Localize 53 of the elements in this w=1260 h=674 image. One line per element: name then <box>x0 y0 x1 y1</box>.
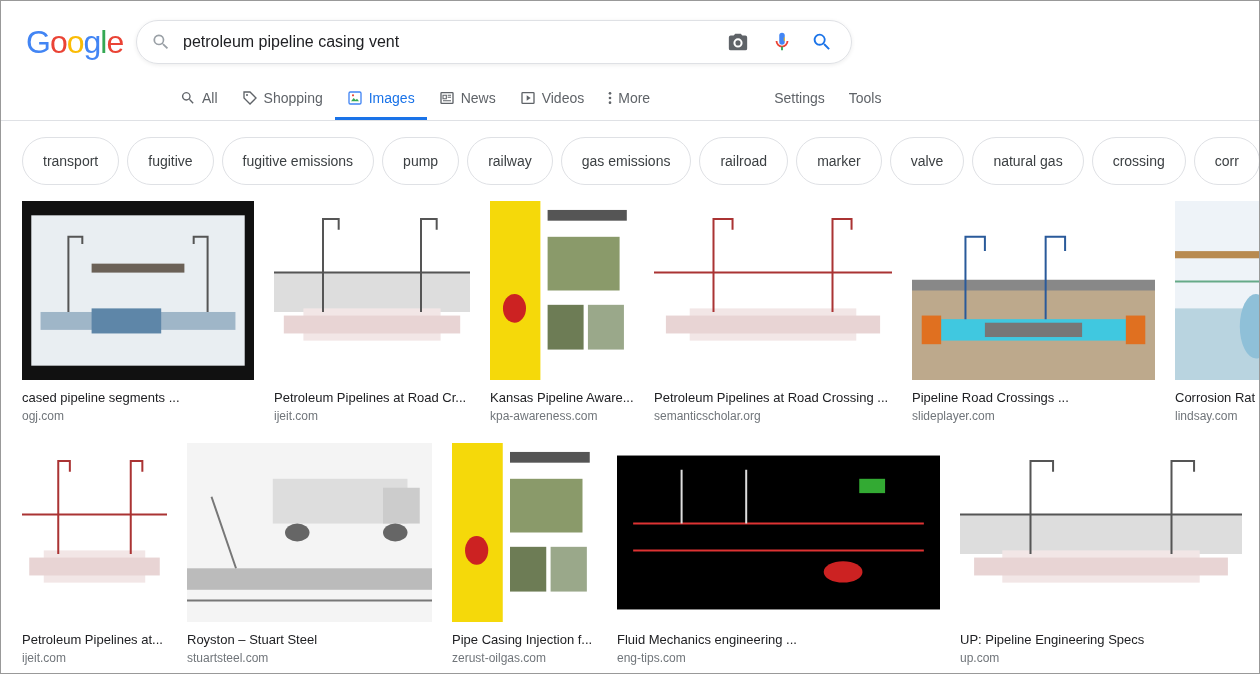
suggestion-chip[interactable]: railroad <box>699 137 789 185</box>
image-title[interactable]: cased pipeline segments ... <box>22 390 254 405</box>
suggestion-chip[interactable]: fugitive <box>127 137 214 185</box>
suggestion-chip[interactable]: valve <box>889 137 965 185</box>
tab[interactable]: News <box>426 76 508 120</box>
tab[interactable]: Images <box>334 76 427 120</box>
image-title[interactable]: Pipe Casing Injection f... <box>452 632 597 647</box>
image-title[interactable]: Kansas Pipeline Aware... <box>490 390 634 405</box>
source-domain: lindsay.com <box>1175 409 1239 423</box>
menu-link[interactable]: Tools <box>836 76 894 120</box>
suggestion-chip[interactable]: pump <box>382 137 460 185</box>
source-domain: ijeit.com <box>274 409 319 423</box>
suggestion-chip[interactable]: railway <box>467 137 553 185</box>
tab[interactable]: More <box>596 76 663 120</box>
image-title[interactable]: Royston – Stuart Steel <box>187 632 432 647</box>
image-title[interactable]: Fluid Mechanics engineering ... <box>617 632 940 647</box>
menu-link[interactable]: Settings <box>762 76 837 120</box>
search-icon <box>180 90 196 106</box>
camera-icon[interactable] <box>727 31 749 53</box>
image-title[interactable]: Pipeline Road Crossings ... <box>912 390 1155 405</box>
image-icon <box>346 90 363 106</box>
tab[interactable]: Videos <box>507 76 597 120</box>
search-query[interactable]: petroleum pipeline casing vent <box>183 33 727 51</box>
source-domain: up.com <box>960 651 1001 665</box>
image-title[interactable]: Petroleum Pipelines at Road Cr... <box>274 390 470 405</box>
suggestion-chip[interactable]: natural gas <box>972 137 1084 185</box>
source-domain: ogj.com <box>22 409 66 423</box>
source-domain: semanticscholar.org <box>654 409 762 423</box>
tag-icon <box>241 90 258 106</box>
source-domain: eng-tips.com <box>617 651 687 665</box>
newspaper-icon <box>438 90 455 106</box>
suggestion-chip[interactable]: marker <box>796 137 882 185</box>
source-domain: kpa-awareness.com <box>490 409 599 423</box>
source-domain: ijeit.com <box>22 651 67 665</box>
source-domain: zerust-oilgas.com <box>452 651 548 665</box>
suggestion-chip[interactable]: fugitive emissions <box>221 137 375 185</box>
search-icon <box>151 32 171 52</box>
image-title[interactable]: UP: Pipeline Engineering Specs <box>960 632 1242 647</box>
more-icon <box>608 90 613 106</box>
image-title[interactable]: Corrosion Rat <box>1175 390 1259 405</box>
suggestion-chip[interactable]: corr <box>1193 137 1259 185</box>
image-title[interactable]: Petroleum Pipelines at... <box>22 632 167 647</box>
tab[interactable]: All <box>168 76 230 120</box>
suggestion-chip[interactable]: gas emissions <box>560 137 692 185</box>
search-icon[interactable] <box>811 31 833 53</box>
source-domain: stuartsteel.com <box>187 651 270 665</box>
suggestion-chip[interactable]: crossing <box>1091 137 1186 185</box>
google-logo[interactable]: Google <box>26 23 136 61</box>
play-icon <box>519 90 536 106</box>
suggestion-chip[interactable]: transport <box>22 137 120 185</box>
source-domain: slideplayer.com <box>912 409 996 423</box>
tab[interactable]: Shopping <box>229 76 335 120</box>
image-title[interactable]: Petroleum Pipelines at Road Crossing ... <box>654 390 892 405</box>
